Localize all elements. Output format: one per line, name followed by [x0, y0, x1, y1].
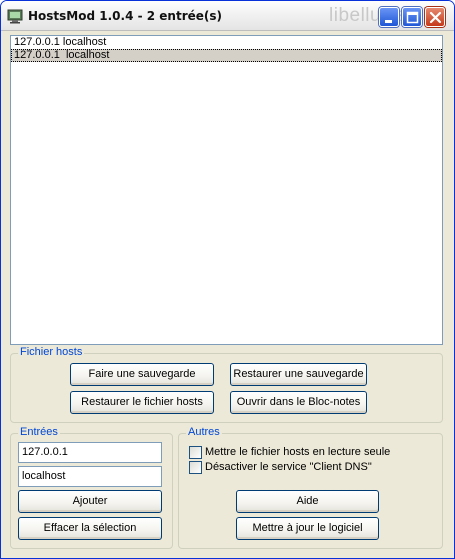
fichier-hosts-group-label: Fichier hosts	[18, 346, 85, 358]
autres-group-label: Autres	[186, 426, 222, 438]
close-button[interactable]	[425, 7, 445, 27]
ip-address-field[interactable]: 127.0.0.1	[18, 442, 162, 463]
ajouter-button[interactable]: Ajouter	[18, 490, 162, 513]
hostsmod-app-icon	[7, 9, 23, 24]
mettre-a-jour-button[interactable]: Mettre à jour le logiciel	[236, 517, 379, 540]
restaurer-sauvegarde-button[interactable]: Restaurer une sauvegarde	[230, 363, 367, 386]
lecture-seule-checkbox[interactable]	[189, 446, 202, 459]
hosts-entries-list[interactable]: 127.0.0.1 localhost 127.0.0.1 localhost	[10, 35, 443, 345]
window-title: HostsMod 1.0.4 - 2 entrée(s)	[28, 9, 223, 23]
list-item-selected[interactable]: 127.0.0.1 localhost	[11, 49, 442, 62]
effacer-selection-button[interactable]: Effacer la sélection	[18, 517, 162, 540]
list-item[interactable]: 127.0.0.1 localhost	[11, 36, 442, 49]
minimize-icon	[385, 20, 392, 23]
lecture-seule-option[interactable]: Mettre le fichier hosts en lecture seule	[189, 446, 390, 460]
entrees-group-label: Entrées	[18, 426, 60, 438]
aide-button[interactable]: Aide	[236, 490, 379, 513]
maximize-icon	[406, 11, 419, 24]
maximize-button[interactable]	[402, 7, 422, 27]
desactiver-dns-label: Désactiver le service "Client DNS"	[205, 461, 372, 473]
restaurer-fichier-hosts-button[interactable]: Restaurer le fichier hosts	[70, 391, 214, 414]
close-icon	[429, 11, 442, 24]
faire-sauvegarde-button[interactable]: Faire une sauvegarde	[70, 363, 214, 386]
minimize-button[interactable]	[379, 7, 399, 27]
lecture-seule-label: Mettre le fichier hosts en lecture seule	[205, 446, 391, 458]
ouvrir-bloc-notes-button[interactable]: Ouvrir dans le Bloc-notes	[230, 391, 367, 414]
desactiver-dns-checkbox[interactable]	[189, 461, 202, 474]
hostname-field[interactable]: localhost	[18, 466, 162, 487]
app-window: HostsMod 1.0.4 - 2 entrée(s) libellules.…	[0, 0, 455, 559]
title-bar[interactable]: HostsMod 1.0.4 - 2 entrée(s) libellules.…	[1, 1, 454, 31]
desactiver-dns-option[interactable]: Désactiver le service "Client DNS"	[189, 461, 372, 475]
